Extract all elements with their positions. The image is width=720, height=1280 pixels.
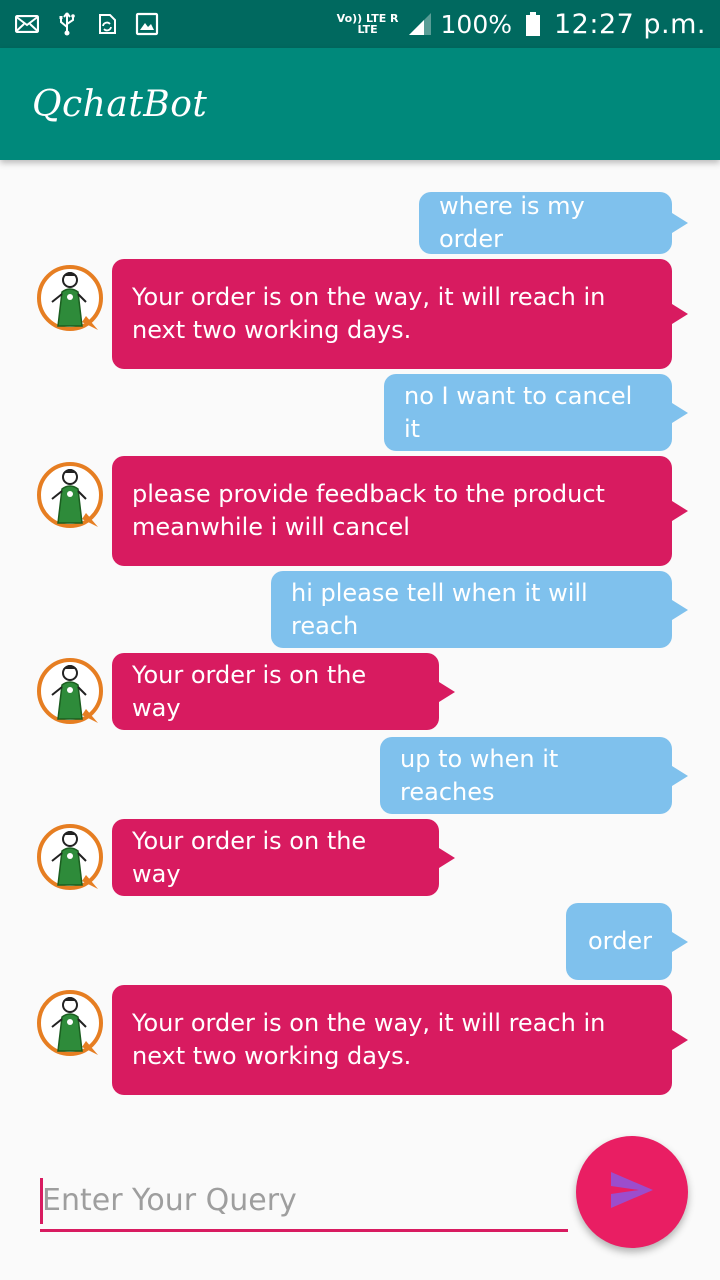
user-message: no I want to cancel it bbox=[384, 374, 688, 451]
clock: 12:27 p.m. bbox=[554, 8, 706, 40]
bot-avatar-icon bbox=[36, 264, 104, 336]
message-text: please provide feedback to the product m… bbox=[132, 480, 605, 541]
message-text: order bbox=[588, 927, 652, 955]
message-text: where is my order bbox=[439, 192, 585, 253]
usb-icon bbox=[54, 11, 80, 37]
bot-avatar-icon bbox=[36, 461, 104, 533]
send-icon bbox=[609, 1170, 655, 1214]
sync-icon bbox=[94, 11, 120, 37]
image-icon bbox=[134, 11, 160, 37]
app-bar: QchatBot bbox=[0, 48, 720, 160]
message-text: hi please tell when it will reach bbox=[291, 578, 588, 640]
user-message: hi please tell when it will reach bbox=[271, 571, 688, 648]
query-input[interactable] bbox=[40, 1172, 568, 1232]
text-cursor bbox=[40, 1178, 43, 1224]
notification-icons bbox=[14, 11, 160, 37]
chat-list[interactable]: where is my order Your order is on the w… bbox=[0, 160, 720, 1120]
bot-message: Your order is on the way bbox=[112, 653, 455, 730]
message-text: Your order is on the way bbox=[132, 826, 367, 888]
mail-icon bbox=[14, 11, 40, 37]
message-text: no I want to cancel it bbox=[404, 381, 633, 443]
battery-icon bbox=[520, 11, 546, 37]
signal-icon bbox=[407, 11, 433, 37]
bot-message: Your order is on the way, it will reach … bbox=[112, 985, 688, 1095]
system-icons: Vo)) LTE R LTE 100% 12:27 p.m. bbox=[337, 9, 706, 40]
battery-percent: 100% bbox=[440, 9, 512, 39]
status-bar: Vo)) LTE R LTE 100% 12:27 p.m. bbox=[0, 0, 720, 48]
bot-avatar-icon bbox=[36, 989, 104, 1061]
user-message: up to when it reaches bbox=[380, 737, 688, 814]
user-message: where is my order bbox=[419, 192, 688, 254]
message-text: up to when it reaches bbox=[400, 744, 559, 806]
message-text: Your order is on the way bbox=[132, 660, 367, 722]
bot-avatar-icon bbox=[36, 657, 104, 729]
bot-message: Your order is on the way, it will reach … bbox=[112, 259, 688, 369]
send-button[interactable] bbox=[576, 1136, 688, 1248]
user-message: order bbox=[566, 903, 688, 980]
bot-message: please provide feedback to the product m… bbox=[112, 456, 688, 566]
network-type: Vo)) LTE R LTE bbox=[337, 13, 399, 35]
message-text: Your order is on the way, it will reach … bbox=[132, 283, 606, 344]
network-label-bottom: LTE bbox=[357, 23, 378, 36]
bot-avatar-icon bbox=[36, 823, 104, 895]
bot-message: Your order is on the way bbox=[112, 819, 455, 896]
app-title: QchatBot bbox=[32, 83, 208, 125]
message-text: Your order is on the way, it will reach … bbox=[132, 1009, 606, 1070]
